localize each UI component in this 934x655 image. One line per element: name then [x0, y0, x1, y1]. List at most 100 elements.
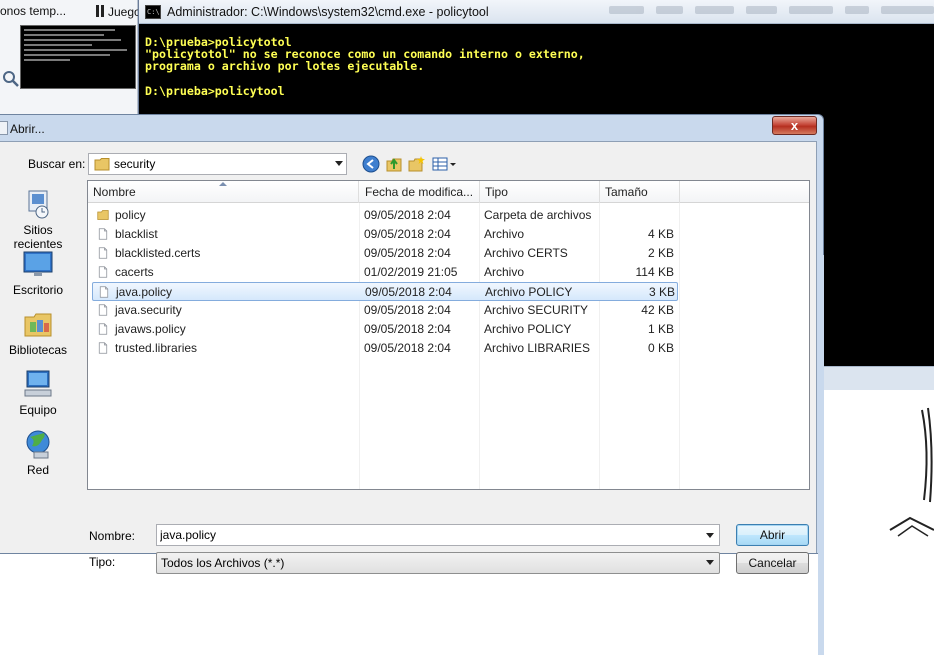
look-in-label: Buscar en: — [28, 157, 86, 171]
file-type: Archivo — [484, 227, 525, 241]
file-type-dropdown[interactable]: Todos los Archivos (*.*) — [156, 552, 720, 574]
file-type: Archivo LIBRARIES — [484, 341, 591, 355]
cmd-icon: C:\ — [145, 4, 161, 19]
file-date: 09/05/2018 2:04 — [364, 227, 451, 241]
close-button[interactable]: x — [772, 116, 817, 135]
cmd-line — [145, 73, 585, 85]
dialog-titlebar[interactable]: Abrir... x — [0, 115, 823, 141]
look-in-dropdown[interactable]: security — [88, 153, 347, 175]
cancel-button[interactable]: Cancelar — [736, 552, 809, 574]
column-header-label: Fecha de modifica... — [365, 185, 474, 199]
file-icon — [98, 228, 108, 240]
file-list[interactable]: Nombre Fecha de modifica... Tipo Tamaño … — [87, 180, 810, 490]
background-window: onos temp... Juego — [0, 0, 141, 118]
file-name: policy — [115, 208, 146, 222]
place-computer[interactable]: Equipo — [0, 368, 76, 417]
file-type: Archivo POLICY — [484, 322, 572, 336]
sort-arrow-icon — [219, 182, 227, 186]
cmd-line: D:\prueba>policytool — [145, 83, 285, 98]
cmd-titlebar[interactable]: C:\ Administrador: C:\Windows\system32\c… — [139, 0, 934, 24]
up-folder-icon[interactable] — [385, 155, 403, 173]
cmd-line: programa o archivo por lotes ejecutable. — [145, 59, 425, 74]
cmd-title: Administrador: C:\Windows\system32\cmd.e… — [167, 4, 489, 19]
dialog-app-icon — [0, 121, 8, 135]
file-name-label: Nombre: — [89, 529, 136, 543]
dialog-frame-edge — [818, 255, 824, 655]
file-row[interactable]: java.policy 09/05/2018 2:04 Archivo POLICY… — [92, 282, 678, 301]
column-header-label: Tamaño — [605, 185, 648, 199]
place-label: Red — [26, 463, 49, 477]
file-name: cacerts — [115, 265, 154, 279]
file-icon — [98, 266, 108, 278]
file-date: 09/05/2018 2:04 — [365, 285, 452, 299]
column-header-name[interactable]: Nombre — [88, 181, 359, 203]
column-header-size[interactable]: Tamaño — [600, 181, 680, 203]
cmd-output[interactable]: D:\prueba>policytotol "policytotol" no se… — [145, 36, 585, 97]
file-row[interactable]: cacerts 01/02/2019 21:05 Archivo 114 KB — [92, 263, 678, 282]
faded-taskbar-items — [609, 6, 934, 18]
file-size: 114 KB — [635, 265, 674, 279]
place-label: Equipo — [19, 403, 57, 417]
file-date: 01/02/2019 21:05 — [364, 265, 458, 279]
file-name: java.policy — [116, 285, 173, 299]
file-date: 09/05/2018 2:04 — [364, 322, 451, 336]
chevron-down-icon[interactable] — [706, 560, 714, 565]
place-label: Bibliotecas — [8, 343, 68, 357]
column-divider — [679, 203, 680, 489]
file-row[interactable]: policy 09/05/2018 2:04 Carpeta de archivos — [92, 206, 678, 225]
places-bar: Sitios recientes Escritorio Bibliotecas … — [0, 182, 80, 482]
file-icon — [98, 304, 108, 316]
file-name: java.security — [115, 303, 182, 317]
file-size: 2 KB — [647, 246, 674, 260]
place-label: Sitios recientes — [13, 223, 63, 251]
file-name-input[interactable] — [156, 524, 720, 546]
desktop-icon — [23, 251, 53, 276]
game-icon — [96, 5, 104, 17]
file-row[interactable]: trusted.libraries 09/05/2018 2:04 Archivo … — [92, 339, 678, 358]
file-name: blacklist — [115, 227, 158, 241]
column-header-date[interactable]: Fecha de modifica... — [360, 181, 480, 203]
look-in-value: security — [114, 157, 156, 171]
file-icon — [98, 342, 108, 354]
background-tab-2[interactable]: Juego — [95, 4, 141, 19]
libraries-icon — [24, 313, 52, 337]
dialog-body: Buscar en: security Sitios recientes Esc… — [0, 141, 817, 574]
view-menu-icon[interactable] — [432, 155, 458, 173]
column-header-type[interactable]: Tipo — [480, 181, 600, 203]
open-button[interactable]: Abrir — [736, 524, 809, 546]
file-row[interactable]: javaws.policy 09/05/2018 2:04 Archivo POLI… — [92, 320, 678, 339]
place-libraries[interactable]: Bibliotecas — [0, 308, 76, 357]
file-size: 1 KB — [647, 322, 674, 336]
file-size: 0 KB — [647, 341, 674, 355]
file-row[interactable]: blacklist 09/05/2018 2:04 Archivo 4 KB — [92, 225, 678, 244]
background-thumbnail — [20, 25, 136, 89]
file-date: 09/05/2018 2:04 — [364, 303, 451, 317]
file-row[interactable]: blacklisted.certs 09/05/2018 2:04 Archivo … — [92, 244, 678, 263]
chevron-down-icon[interactable] — [706, 533, 714, 538]
file-type: Archivo — [484, 265, 525, 279]
close-icon: x — [790, 118, 799, 133]
file-list-header: Nombre Fecha de modifica... Tipo Tamaño — [88, 181, 809, 203]
new-folder-icon[interactable] — [408, 155, 426, 173]
file-date: 09/05/2018 2:04 — [364, 246, 451, 260]
background-sketch — [820, 390, 934, 540]
place-desktop[interactable]: Escritorio — [0, 248, 76, 297]
open-dialog[interactable]: Abrir... x Buscar en: security Sitios re… — [0, 114, 824, 655]
place-recent[interactable]: Sitios recientes — [0, 188, 76, 251]
file-name: trusted.libraries — [115, 341, 198, 355]
file-type: Archivo CERTS — [484, 246, 568, 260]
file-type-label: Tipo: — [89, 555, 116, 569]
file-icon — [98, 323, 108, 335]
file-type: Carpeta de archivos — [484, 208, 592, 222]
file-type: Archivo SECURITY — [484, 303, 589, 317]
back-icon[interactable] — [362, 155, 380, 173]
background-tab-1[interactable]: onos temp... — [0, 4, 66, 18]
file-date: 09/05/2018 2:04 — [364, 208, 451, 222]
file-row[interactable]: java.security 09/05/2018 2:04 Archivo SECU… — [92, 301, 678, 320]
chevron-down-icon[interactable] — [335, 161, 343, 166]
search-icon[interactable] — [2, 70, 20, 88]
place-network[interactable]: Red — [0, 428, 76, 477]
file-size: 4 KB — [647, 227, 674, 241]
column-header-label: Tipo — [485, 185, 508, 199]
place-label: Escritorio — [12, 283, 63, 297]
